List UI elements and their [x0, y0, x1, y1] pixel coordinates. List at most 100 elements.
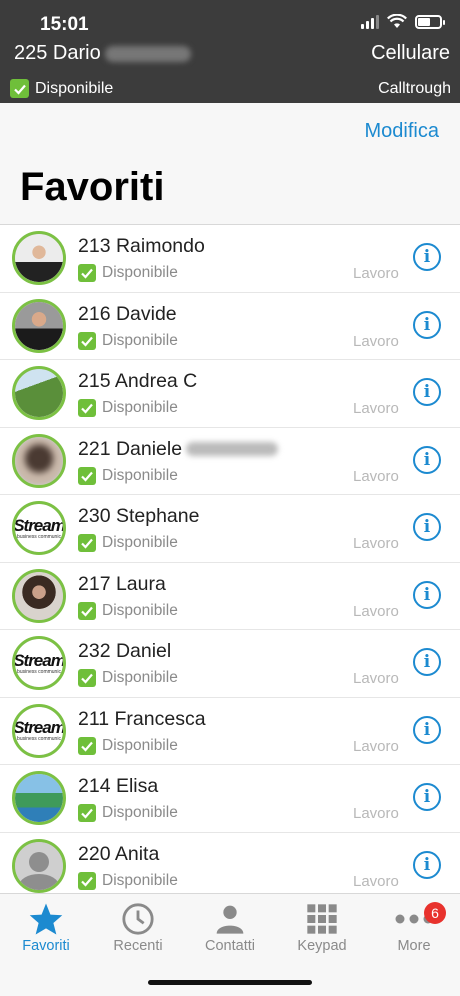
- battery-icon: [415, 14, 445, 29]
- status-label: Disponibile: [102, 804, 178, 821]
- home-indicator[interactable]: [148, 980, 312, 985]
- info-icon[interactable]: i: [413, 243, 441, 271]
- contact-name: 211 Francesca: [78, 707, 206, 730]
- status-label: Disponibile: [102, 736, 178, 754]
- tab-favoriti[interactable]: Favoriti: [0, 900, 92, 954]
- status-label: Disponibile: [102, 264, 178, 281]
- edit-button[interactable]: Modifica: [365, 120, 439, 143]
- device-selector[interactable]: Cellulare: [371, 42, 450, 65]
- top-bar: 15:01 225 Dario Cellulare Disponibile Ca…: [0, 0, 460, 103]
- call-mode[interactable]: Calltrough: [378, 80, 451, 98]
- logo-text: Stream: [13, 650, 65, 670]
- redacted-surname: [186, 442, 279, 457]
- person-icon: [216, 905, 244, 934]
- status-icons: [361, 14, 445, 29]
- check-icon: [78, 871, 96, 890]
- account-status-label: Disponibile: [35, 79, 114, 97]
- list-item[interactable]: Stream business communic 230 Stephane Dis…: [0, 495, 460, 563]
- info-icon[interactable]: i: [413, 513, 441, 541]
- check-icon: [78, 669, 96, 687]
- contact-status: Disponibile: [78, 736, 178, 755]
- account-status[interactable]: Disponibile: [10, 79, 113, 98]
- number-label: Lavoro: [353, 602, 399, 620]
- contact-name: 214 Elisa: [78, 775, 159, 797]
- check-icon: [78, 601, 96, 620]
- info-icon[interactable]: i: [413, 648, 441, 676]
- number-label: Lavoro: [353, 265, 399, 282]
- list-item[interactable]: Stream business communic 232 Daniel Dispo…: [0, 630, 460, 698]
- info-icon[interactable]: i: [413, 310, 441, 339]
- list-item[interactable]: 213 Raimondo Disponibile Lavoro i: [0, 225, 460, 293]
- logo-subtext: business communic: [17, 736, 61, 742]
- avatar: [12, 433, 66, 488]
- logo-text: Stream: [13, 718, 65, 737]
- tab-more[interactable]: More 6: [368, 900, 460, 954]
- tab-keypad[interactable]: Keypad: [276, 900, 368, 954]
- check-icon: [78, 736, 96, 755]
- contact-status: Disponibile: [78, 871, 178, 890]
- check-icon: [78, 804, 96, 822]
- contact-status: Disponibile: [78, 804, 178, 822]
- tab-recenti[interactable]: Recenti: [92, 900, 184, 954]
- check-icon: [10, 79, 29, 98]
- contact-status: Disponibile: [78, 331, 178, 350]
- contact-status: Disponibile: [78, 399, 178, 417]
- tab-label: Keypad: [297, 938, 347, 954]
- contact-name: 230 Stephane: [78, 505, 200, 527]
- info-icon[interactable]: i: [413, 445, 441, 474]
- tab-contatti[interactable]: Contatti: [184, 900, 276, 954]
- avatar: [12, 366, 66, 420]
- list-item[interactable]: 217 Laura Disponibile Lavoro i: [0, 563, 460, 630]
- number-label: Lavoro: [353, 332, 399, 350]
- info-icon[interactable]: i: [413, 378, 441, 406]
- number-label: Lavoro: [353, 670, 399, 687]
- status-label: Disponibile: [102, 669, 178, 686]
- logo-subtext: business communic: [17, 668, 61, 675]
- number-label: Lavoro: [353, 805, 399, 822]
- favorites-list: 213 Raimondo Disponibile Lavoro i 216 Da…: [0, 225, 460, 900]
- check-icon: [78, 466, 96, 485]
- number-label: Lavoro: [353, 400, 399, 417]
- keypad-icon: [307, 904, 337, 934]
- check-icon: [78, 264, 96, 282]
- status-label: Disponibile: [102, 466, 178, 484]
- list-item[interactable]: 215 Andrea C Disponibile Lavoro i: [0, 360, 460, 428]
- contact-name: 232 Daniel: [78, 640, 172, 662]
- avatar: [12, 231, 66, 285]
- page-title: Favoriti: [20, 165, 165, 209]
- contact-status: Disponibile: [78, 601, 178, 620]
- notification-badge: 6: [424, 902, 446, 924]
- logo-subtext: business communic: [17, 533, 61, 540]
- tab-label: Contatti: [205, 938, 255, 954]
- clock-icon: [122, 903, 154, 935]
- account-name: 225 Dario: [14, 42, 191, 65]
- avatar: Stream business communic: [12, 501, 66, 555]
- list-item[interactable]: 214 Elisa Disponibile Lavoro i: [0, 765, 460, 833]
- info-icon[interactable]: i: [413, 580, 441, 609]
- status-label: Disponibile: [102, 601, 178, 619]
- contact-name: 215 Andrea C: [78, 370, 198, 392]
- contact-name: 221 Daniele: [78, 438, 279, 461]
- avatar: Stream business communic: [12, 636, 66, 690]
- status-label: Disponibile: [102, 534, 178, 551]
- avatar: [12, 771, 66, 825]
- info-icon[interactable]: i: [413, 850, 441, 879]
- tab-label: More: [397, 938, 431, 954]
- contact-name: 220 Anita: [78, 842, 160, 865]
- list-item[interactable]: Stream business communic 211 Francesca Di…: [0, 698, 460, 765]
- signal-icon: [361, 14, 379, 29]
- star-icon: [29, 903, 63, 935]
- status-label: Disponibile: [102, 331, 178, 349]
- list-item[interactable]: 220 Anita Disponibile Lavoro i: [0, 833, 460, 900]
- contact-status: Disponibile: [78, 669, 178, 687]
- check-icon: [78, 534, 96, 552]
- page-header: Modifica Favoriti: [0, 103, 460, 225]
- list-item[interactable]: 221 Daniele Disponibile Lavoro i: [0, 428, 460, 495]
- contact-name: 217 Laura: [78, 572, 166, 595]
- info-icon[interactable]: i: [413, 715, 441, 744]
- info-icon[interactable]: i: [413, 783, 441, 811]
- avatar: [12, 568, 66, 623]
- contact-name: 213 Raimondo: [78, 235, 205, 257]
- redacted-surname: [104, 45, 191, 62]
- list-item[interactable]: 216 Davide Disponibile Lavoro i: [0, 293, 460, 360]
